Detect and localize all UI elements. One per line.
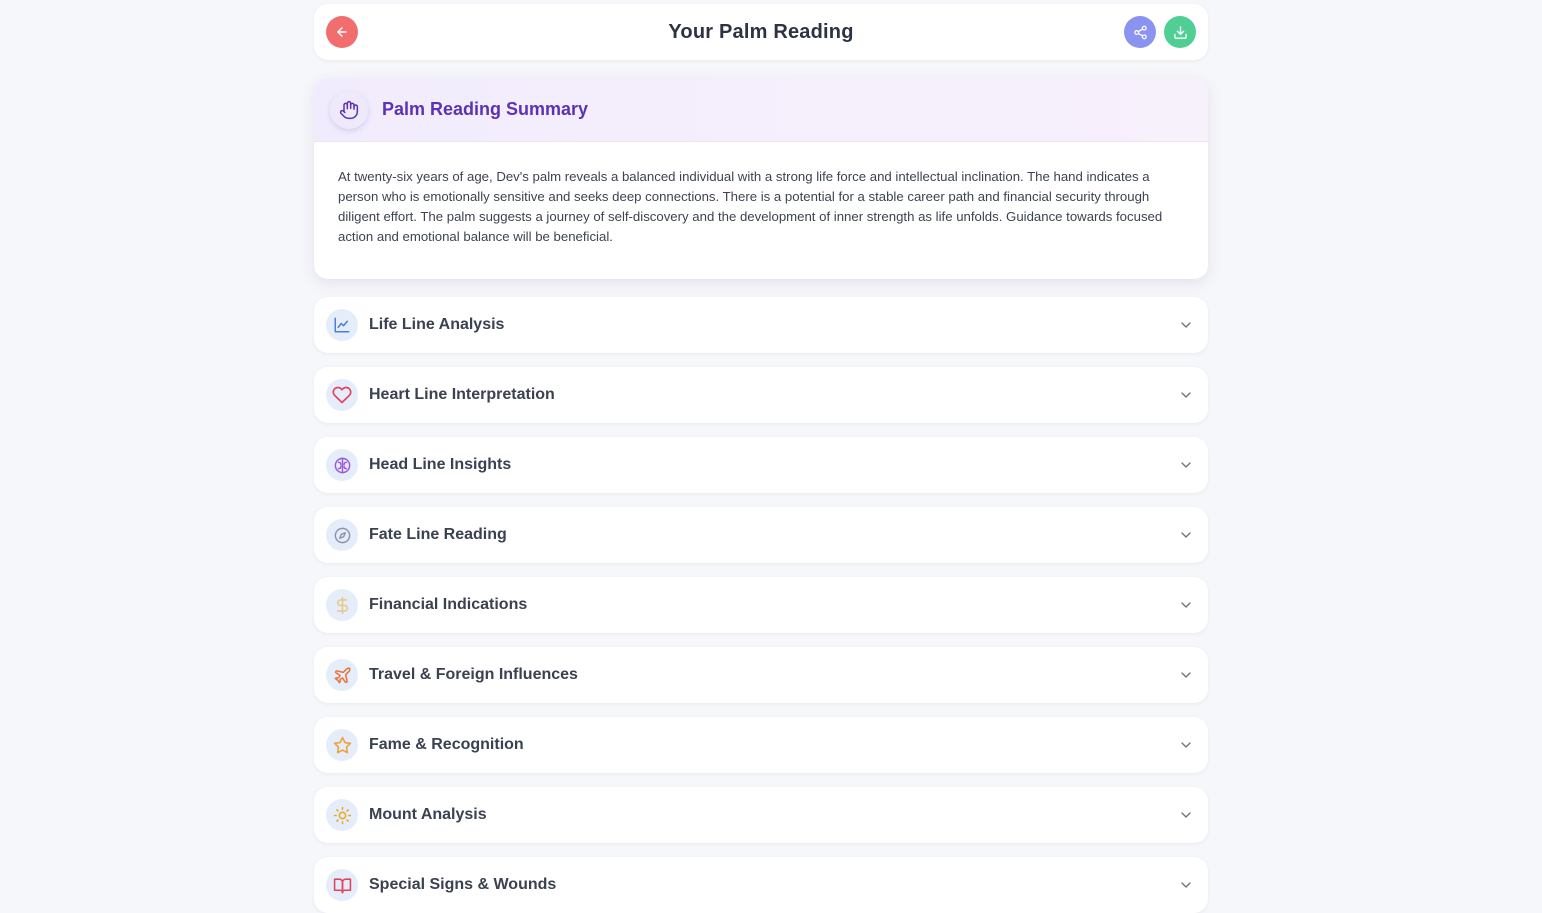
section-financial[interactable]: Financial Indications [314,577,1208,633]
brain-icon [334,457,350,473]
section-icon-badge [326,729,358,761]
share-icon [1133,25,1147,39]
page-title: Your Palm Reading [668,20,854,43]
star-icon [333,736,351,753]
share-button[interactable] [1124,16,1156,48]
compass-icon [334,527,350,543]
section-icon-badge [326,309,358,341]
section-head-line[interactable]: Head Line Insights [314,437,1208,493]
summary-card: Palm Reading Summary At twenty-six years… [314,78,1208,279]
book-icon [333,877,351,893]
heart-icon [332,386,352,404]
download-button[interactable] [1164,16,1196,48]
section-icon-badge [326,869,358,901]
section-travel[interactable]: Travel & Foreign Influences [314,647,1208,703]
summary-text: At twenty-six years of age, Dev's palm r… [338,169,1163,244]
section-icon-badge [326,589,358,621]
chevron-down-icon [1181,812,1191,818]
section-life-line[interactable]: Life Line Analysis [314,297,1208,353]
section-label: Life Line Analysis [369,316,505,333]
section-label: Travel & Foreign Influences [369,666,578,683]
back-button[interactable] [326,16,358,48]
chevron-down-icon [1181,882,1191,888]
section-label: Mount Analysis [369,806,487,823]
download-icon [1173,25,1187,39]
section-label: Heart Line Interpretation [369,386,555,403]
section-label: Fame & Recognition [369,736,524,753]
section-icon-badge [326,659,358,691]
section-icon-badge [326,449,358,481]
hand-icon [339,100,359,119]
chevron-down-icon [1181,322,1191,328]
section-label: Fate Line Reading [369,526,507,543]
section-icon-badge [326,519,358,551]
section-heart-line[interactable]: Heart Line Interpretation [314,367,1208,423]
chevron-down-icon [1181,462,1191,468]
summary-title: Palm Reading Summary [382,99,589,119]
plane-icon [334,666,351,683]
chevron-down-icon [1181,672,1191,678]
section-label: Special Signs & Wounds [369,876,557,893]
header-bar: Your Palm Reading [314,4,1208,60]
chevron-down-icon [1181,742,1191,748]
section-fate-line[interactable]: Fate Line Reading [314,507,1208,563]
chevron-down-icon [1181,532,1191,538]
summary-header: Palm Reading Summary [314,78,1208,142]
chevron-down-icon [1181,602,1191,608]
dollar-icon [336,596,348,614]
section-icon-badge [326,799,358,831]
section-special-signs[interactable]: Special Signs & Wounds [314,857,1208,913]
chart-line-icon [334,317,350,333]
chevron-down-icon [1181,392,1191,398]
section-mount[interactable]: Mount Analysis [314,787,1208,843]
sun-icon [333,806,351,824]
arrow-left-icon [337,27,347,37]
section-fame[interactable]: Fame & Recognition [314,717,1208,773]
section-label: Financial Indications [369,596,528,613]
section-label: Head Line Insights [369,456,512,473]
section-icon-badge [326,379,358,411]
hand-icon-badge [330,90,368,129]
